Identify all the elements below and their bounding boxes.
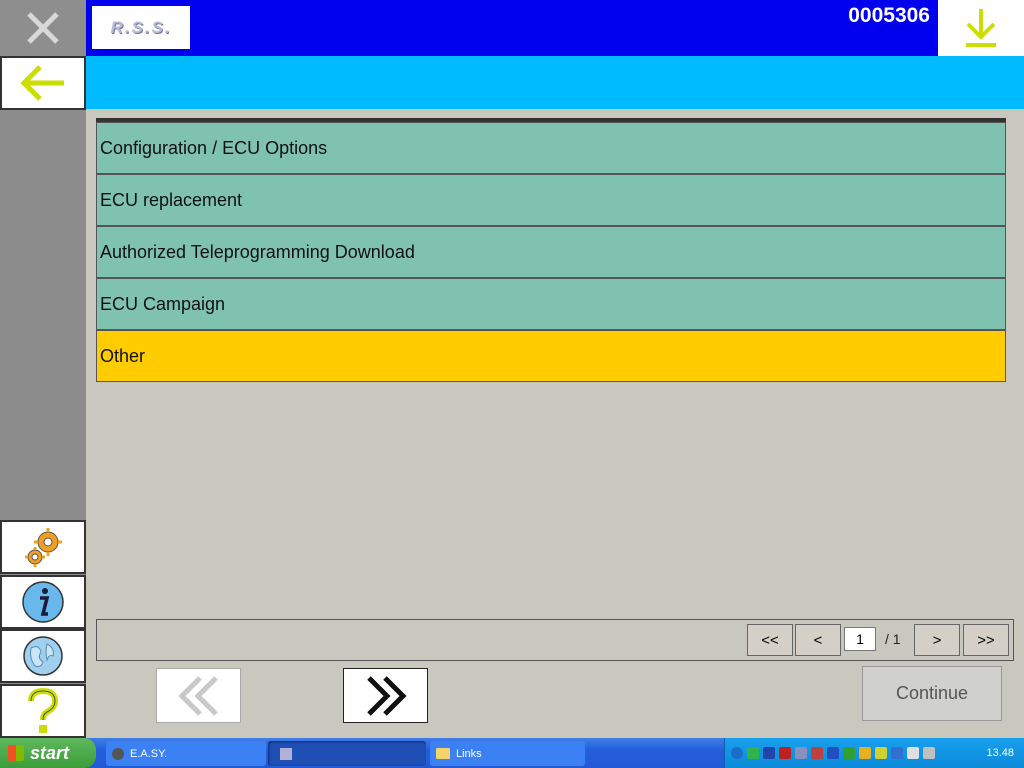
list-item-label: ECU replacement [100, 189, 243, 210]
tray-display-icon[interactable] [891, 747, 903, 759]
windows-logo-icon [8, 745, 24, 761]
next-step-button[interactable] [343, 668, 428, 723]
list-item-configuration[interactable]: Configuration / ECU Options [96, 122, 1006, 174]
list-item-label: ECU Campaign [100, 293, 226, 314]
globe-icon [23, 636, 63, 676]
list-item-ecu-campaign[interactable]: ECU Campaign [96, 278, 1006, 330]
help-button[interactable] [0, 684, 86, 738]
start-label: start [30, 742, 70, 763]
vehicle-id: 0005306 [848, 4, 930, 27]
download-icon [966, 9, 996, 47]
globe-button[interactable] [0, 629, 86, 683]
list-item-label: Authorized Teleprogramming Download [100, 241, 415, 262]
system-tray: 13.48 [724, 738, 1024, 768]
first-page-button[interactable]: << [747, 624, 793, 656]
double-chevron-left-icon [177, 675, 218, 716]
logo: R.S.S. [92, 6, 190, 49]
tray-power-icon[interactable] [875, 747, 887, 759]
download-button[interactable] [938, 0, 1024, 56]
close-icon [27, 12, 59, 44]
tray-monitor-icon[interactable] [795, 747, 807, 759]
prev-page-button[interactable]: < [795, 624, 841, 656]
info-icon [22, 581, 64, 623]
tray-warning-icon[interactable] [859, 747, 871, 759]
list-item-other[interactable]: Other [96, 330, 1006, 382]
list-item-label: Configuration / ECU Options [100, 137, 328, 158]
close-button[interactable] [0, 0, 86, 56]
double-chevron-right-icon [366, 675, 407, 716]
settings-button[interactable] [0, 520, 86, 574]
task-label: E.A.SY. [130, 747, 168, 760]
info-button[interactable] [0, 575, 86, 629]
taskbar-item-diag[interactable] [268, 741, 426, 766]
previous-step-button[interactable] [156, 668, 241, 723]
question-icon [28, 687, 59, 733]
clock: 13.48 [986, 747, 1014, 759]
list-item-ecu-replacement[interactable]: ECU replacement [96, 174, 1006, 226]
start-button[interactable]: start [0, 738, 96, 768]
back-arrow-icon [20, 65, 64, 101]
taskbar-item-links[interactable]: Links [430, 741, 585, 766]
tray-expand-icon[interactable] [731, 747, 743, 759]
app-icon [112, 747, 124, 760]
logo-text: R.S.S. [110, 17, 172, 37]
folder-icon [436, 748, 450, 759]
last-page-button[interactable]: >> [963, 624, 1009, 656]
tray-status-icon[interactable] [843, 747, 855, 759]
pagination-panel: << < / 1 > >> [96, 619, 1014, 661]
tray-bluetooth-icon[interactable] [827, 747, 839, 759]
list-item-teleprogramming[interactable]: Authorized Teleprogramming Download [96, 226, 1006, 278]
page-number-input[interactable] [844, 627, 876, 651]
next-page-button[interactable]: > [914, 624, 960, 656]
list-item-label: Other [100, 345, 146, 366]
header-bar [86, 0, 938, 56]
tray-volume-icon[interactable] [923, 747, 935, 759]
tray-network-icon[interactable] [747, 747, 759, 759]
tray-app-icon[interactable] [779, 747, 791, 759]
tray-device-icon[interactable] [763, 747, 775, 759]
continue-button[interactable]: Continue [862, 666, 1002, 721]
tray-wifi-icon[interactable] [907, 747, 919, 759]
option-list: Configuration / ECU Options ECU replacem… [96, 118, 1006, 382]
page-total: / 1 [885, 631, 901, 647]
subheader-bar [86, 56, 1024, 109]
task-label: Links [456, 747, 482, 760]
tray-usb-icon[interactable] [811, 747, 823, 759]
diag-icon [280, 747, 292, 760]
gears-icon [25, 528, 62, 567]
back-button[interactable] [0, 56, 86, 110]
taskbar-item-easy[interactable]: E.A.SY. [106, 741, 266, 766]
